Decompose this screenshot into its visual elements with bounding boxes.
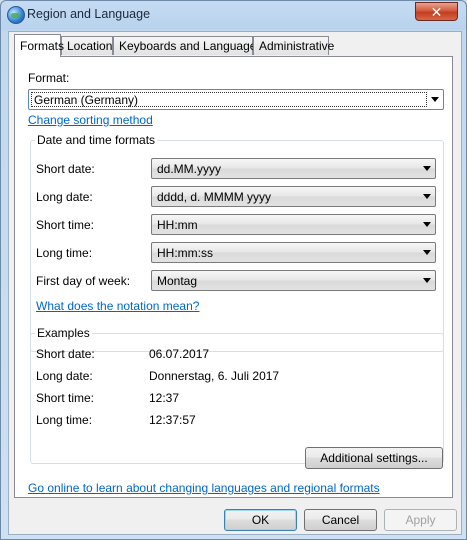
format-value: German (Germany) <box>34 93 139 107</box>
chevron-down-icon <box>423 194 431 199</box>
cancel-button[interactable]: Cancel <box>304 509 377 531</box>
first-day-value: Montag <box>157 274 198 288</box>
example-short-time-label: Short time: <box>36 391 95 405</box>
tab-formats[interactable]: Formats <box>14 34 64 57</box>
tab-location[interactable]: Location <box>61 36 113 55</box>
example-short-date-label: Short date: <box>36 347 95 361</box>
short-time-value: HH:mm <box>157 218 198 232</box>
long-time-value: HH:mm:ss <box>157 246 213 260</box>
short-time-label: Short time: <box>36 218 95 232</box>
short-date-value: dd.MM.yyyy <box>157 162 222 176</box>
tab-administrative[interactable]: Administrative <box>253 36 334 55</box>
format-select[interactable]: German (Germany) <box>28 89 444 110</box>
apply-button[interactable]: Apply <box>384 509 457 531</box>
first-day-select[interactable]: Montag <box>151 270 436 291</box>
example-short-time-value: 12:37 <box>149 391 180 405</box>
globe-icon <box>7 6 25 24</box>
chevron-down-icon <box>423 166 431 171</box>
first-day-label: First day of week: <box>36 274 131 288</box>
ok-button[interactable]: OK <box>224 509 297 531</box>
tab-keyboards-and-languages[interactable]: Keyboards and Languages <box>113 36 262 55</box>
example-long-time-value: 12:37:57 <box>149 413 196 427</box>
formats-tab-panel: Format: German (Germany) Change sorting … <box>14 56 453 498</box>
chevron-down-icon <box>423 222 431 227</box>
short-date-select[interactable]: dd.MM.yyyy <box>151 158 436 179</box>
notation-help-link[interactable]: What does the notation mean? <box>36 299 199 313</box>
dialog-window: Region and Language ✕ Formats Location K… <box>0 0 467 540</box>
close-button[interactable]: ✕ <box>415 2 458 21</box>
examples-title: Examples <box>35 326 92 340</box>
chevron-down-icon <box>431 97 439 102</box>
long-date-select[interactable]: dddd, d. MMMM yyyy <box>151 186 436 207</box>
change-sorting-link[interactable]: Change sorting method <box>28 113 153 127</box>
online-help-link[interactable]: Go online to learn about changing langua… <box>28 481 380 495</box>
example-short-date-value: 06.07.2017 <box>149 347 210 361</box>
short-time-select[interactable]: HH:mm <box>151 214 436 235</box>
long-date-label: Long date: <box>36 190 93 204</box>
title-bar[interactable]: Region and Language ✕ <box>1 1 466 29</box>
additional-settings-button[interactable]: Additional settings... <box>305 447 443 469</box>
chevron-down-icon <box>423 250 431 255</box>
long-time-label: Long time: <box>36 246 93 260</box>
window-title: Region and Language <box>27 7 151 21</box>
chevron-down-icon <box>423 278 431 283</box>
example-long-date-value: Donnerstag, 6. Juli 2017 <box>149 369 280 383</box>
example-long-date-label: Long date: <box>36 369 93 383</box>
dialog-client-area: Formats Location Keyboards and Languages… <box>8 31 462 535</box>
short-date-label: Short date: <box>36 162 95 176</box>
format-label: Format: <box>28 71 70 85</box>
example-long-time-label: Long time: <box>36 413 93 427</box>
long-date-value: dddd, d. MMMM yyyy <box>157 190 272 204</box>
date-time-formats-title: Date and time formats <box>35 133 158 147</box>
long-time-select[interactable]: HH:mm:ss <box>151 242 436 263</box>
